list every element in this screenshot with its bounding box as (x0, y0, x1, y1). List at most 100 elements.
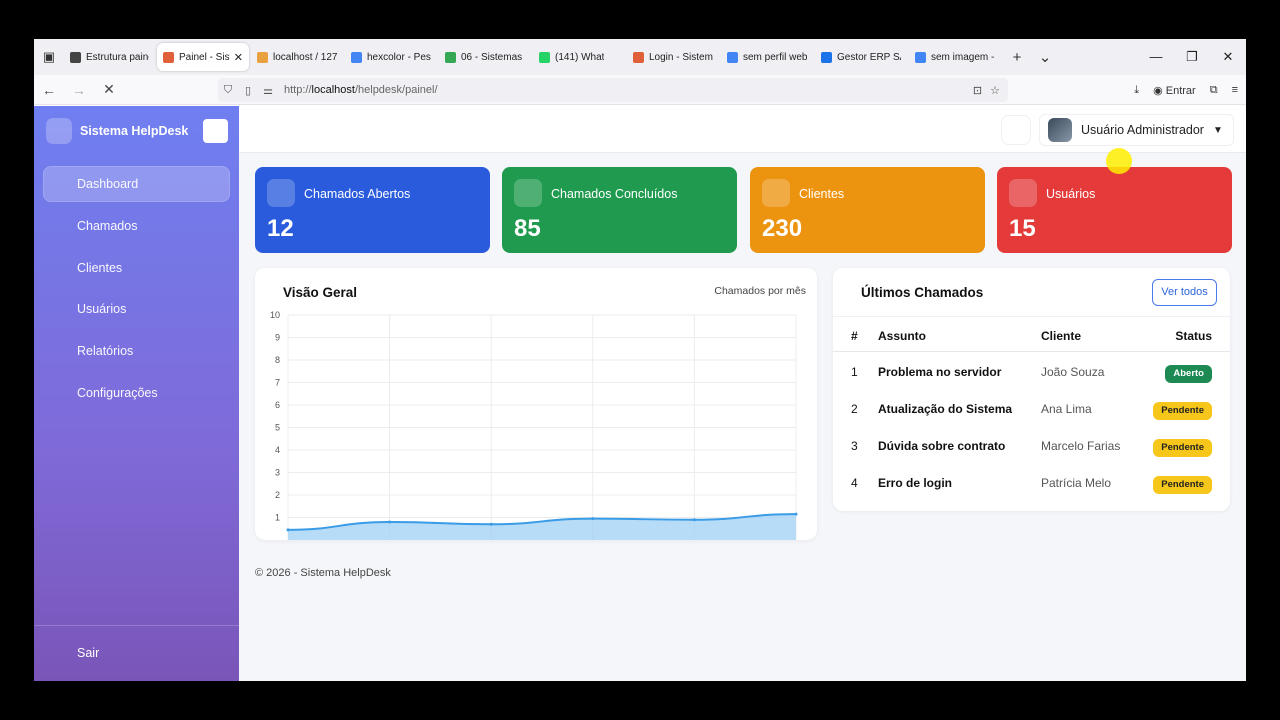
forward-icon[interactable]: → (64, 82, 94, 98)
window-controls: — ❐ ✕ (1138, 49, 1246, 65)
back-icon[interactable]: ← (34, 82, 64, 98)
row-number: 3 (851, 439, 858, 453)
y-tick-label: 3 (275, 468, 280, 478)
y-tick-label: 5 (275, 423, 280, 433)
overview-subtitle: Chamados por mês (714, 285, 806, 297)
page-icon: ▯ (244, 84, 252, 97)
sidebar-item-usuarios[interactable]: Usuários (43, 291, 230, 327)
browser-tab[interactable]: sem imagem - (909, 43, 1001, 71)
stat-label: Clientes (799, 187, 845, 201)
stat-icon (1009, 179, 1037, 207)
data-point (286, 528, 290, 532)
tab-label: 06 - Sistemas c (461, 51, 525, 63)
browser-tab[interactable]: Estrutura painel (64, 43, 155, 71)
status-badge: Pendente (1153, 402, 1212, 420)
chevron-down-icon: ▼ (1212, 124, 1223, 136)
browser-tab[interactable]: hexcolor - Pesq (345, 43, 437, 71)
header-client: Cliente (1041, 329, 1082, 343)
row-subject: Dúvida sobre contrato (878, 439, 1006, 453)
downloads-icon[interactable]: ⤓ (1134, 84, 1139, 97)
close-tab-icon[interactable]: ✕ (234, 51, 243, 64)
tab-label: Login - Sistema (649, 51, 713, 63)
stat-card-closed-tickets[interactable]: Chamados Concluídos 85 (502, 167, 737, 253)
tab-list-menu-icon[interactable]: ⌄ (1031, 48, 1059, 66)
stat-value: 12 (267, 215, 294, 242)
minimize-icon[interactable]: — (1138, 49, 1174, 65)
account-button[interactable]: ◉ Entrar (1153, 84, 1196, 97)
restore-icon[interactable]: ❐ (1174, 49, 1210, 65)
close-window-icon[interactable]: ✕ (1210, 49, 1246, 65)
new-tab-icon[interactable]: + (1003, 49, 1031, 66)
stop-loading-icon[interactable]: ✕ (94, 81, 124, 98)
y-tick-label: 4 (275, 445, 280, 455)
header-status: Status (1175, 329, 1212, 343)
url-path: /helpdesk/painel/ (354, 84, 438, 96)
browser-window: ▣ Estrutura painel Painel - Sistema ✕ local… (34, 39, 1246, 681)
menu-icon[interactable]: ≡ (1232, 84, 1238, 96)
browser-tab[interactable]: Painel - Sistema ✕ (157, 43, 249, 71)
sidebar-item-configuracoes[interactable]: Configurações (43, 375, 230, 411)
footer-text: © 2026 - Sistema HelpDesk (255, 567, 391, 579)
browser-tab[interactable]: sem perfil web (721, 43, 813, 71)
notifications-button[interactable] (1001, 115, 1031, 145)
bookmark-star-icon[interactable]: ☆ (990, 84, 1000, 97)
stat-card-clients[interactable]: Clientes 230 (750, 167, 985, 253)
tab-favicon-icon (445, 51, 456, 63)
status-badge: Aberto (1165, 365, 1212, 383)
overview-chart: 1 2 3 4 5 6 7 8 9 10 (270, 310, 798, 540)
tab-label: hexcolor - Pesq (367, 51, 431, 63)
stat-card-users[interactable]: Usuários 15 (997, 167, 1232, 253)
browser-tab[interactable]: Login - Sistema (627, 43, 719, 71)
stat-value: 230 (762, 215, 803, 242)
data-point (794, 512, 798, 516)
extensions-icon[interactable]: ⧉ (1210, 84, 1218, 97)
row-subject: Erro de login (878, 476, 953, 490)
latest-tickets-card: Últimos Chamados Ver todos # Assunto Cli… (833, 268, 1230, 511)
row-number: 1 (851, 365, 858, 379)
view-all-button[interactable]: Ver todos (1152, 279, 1217, 306)
table-row[interactable]: 3 Dúvida sobre contrato Marcelo Farias Pend… (833, 427, 1230, 464)
url-text[interactable]: http://localhost/helpdesk/painel/ (284, 84, 438, 96)
permissions-icon[interactable]: ⚌ (258, 84, 278, 97)
tab-strip: ▣ Estrutura painel Painel - Sistema ✕ local… (34, 39, 1246, 75)
table-row[interactable]: 2 Atualização do Sistema Ana Lima Pendente (833, 390, 1230, 427)
latest-tickets-title: Últimos Chamados (861, 285, 984, 300)
install-app-icon[interactable]: ⊡ (973, 84, 982, 97)
sidebar-item-dashboard[interactable]: Dashboard (43, 166, 230, 202)
y-tick-label: 10 (270, 310, 280, 320)
tab-overview-icon[interactable]: ▣ (34, 39, 64, 75)
browser-tab[interactable]: (141) What (533, 43, 625, 71)
user-name: Usuário Administrador (1081, 123, 1204, 137)
topbar: Usuário Administrador ▼ (239, 106, 1246, 153)
tab-favicon-icon (163, 51, 174, 63)
tab-favicon-icon (915, 51, 926, 63)
tab-favicon-icon (70, 51, 81, 63)
y-tick-label: 8 (275, 355, 280, 365)
shield-icon[interactable]: ⛉ (218, 84, 238, 97)
header-number: # (851, 329, 858, 343)
overview-title: Visão Geral (283, 285, 358, 300)
stat-icon (514, 179, 542, 207)
sidebar-item-relatorios[interactable]: Relatórios (43, 333, 230, 369)
table-row[interactable]: 4 Erro de login Patrícia Melo Pendente (833, 464, 1230, 501)
sidebar-toggle-button[interactable] (203, 119, 228, 143)
stat-card-open-tickets[interactable]: Chamados Abertos 12 (255, 167, 490, 253)
browser-tab[interactable]: localhost / 127 (251, 43, 343, 71)
stat-value: 15 (1009, 215, 1036, 242)
tab-favicon-icon (539, 51, 550, 63)
tab-favicon-icon (633, 51, 644, 63)
sidebar-item-chamados[interactable]: Chamados (43, 208, 230, 244)
sidebar-item-clientes[interactable]: Clientes (43, 250, 230, 286)
tab-favicon-icon (821, 51, 832, 63)
address-bar[interactable]: ⛉ ▯ ⚌ http://localhost/helpdesk/painel/ … (218, 78, 1008, 102)
tab-list: Estrutura painel Painel - Sistema ✕ localho… (64, 39, 1003, 75)
user-menu[interactable]: Usuário Administrador ▼ (1039, 114, 1234, 146)
y-tick-label: 9 (275, 333, 280, 343)
stat-label: Chamados Concluídos (551, 187, 678, 201)
browser-tab[interactable]: 06 - Sistemas c (439, 43, 531, 71)
table-row[interactable]: 1 Problema no servidor João Souza Aberto (833, 353, 1230, 390)
tab-label: localhost / 127 (273, 51, 337, 63)
logout-link[interactable]: Sair (77, 646, 99, 660)
browser-tab[interactable]: Gestor ERP SA (815, 43, 907, 71)
row-subject: Atualização do Sistema (878, 402, 1013, 416)
